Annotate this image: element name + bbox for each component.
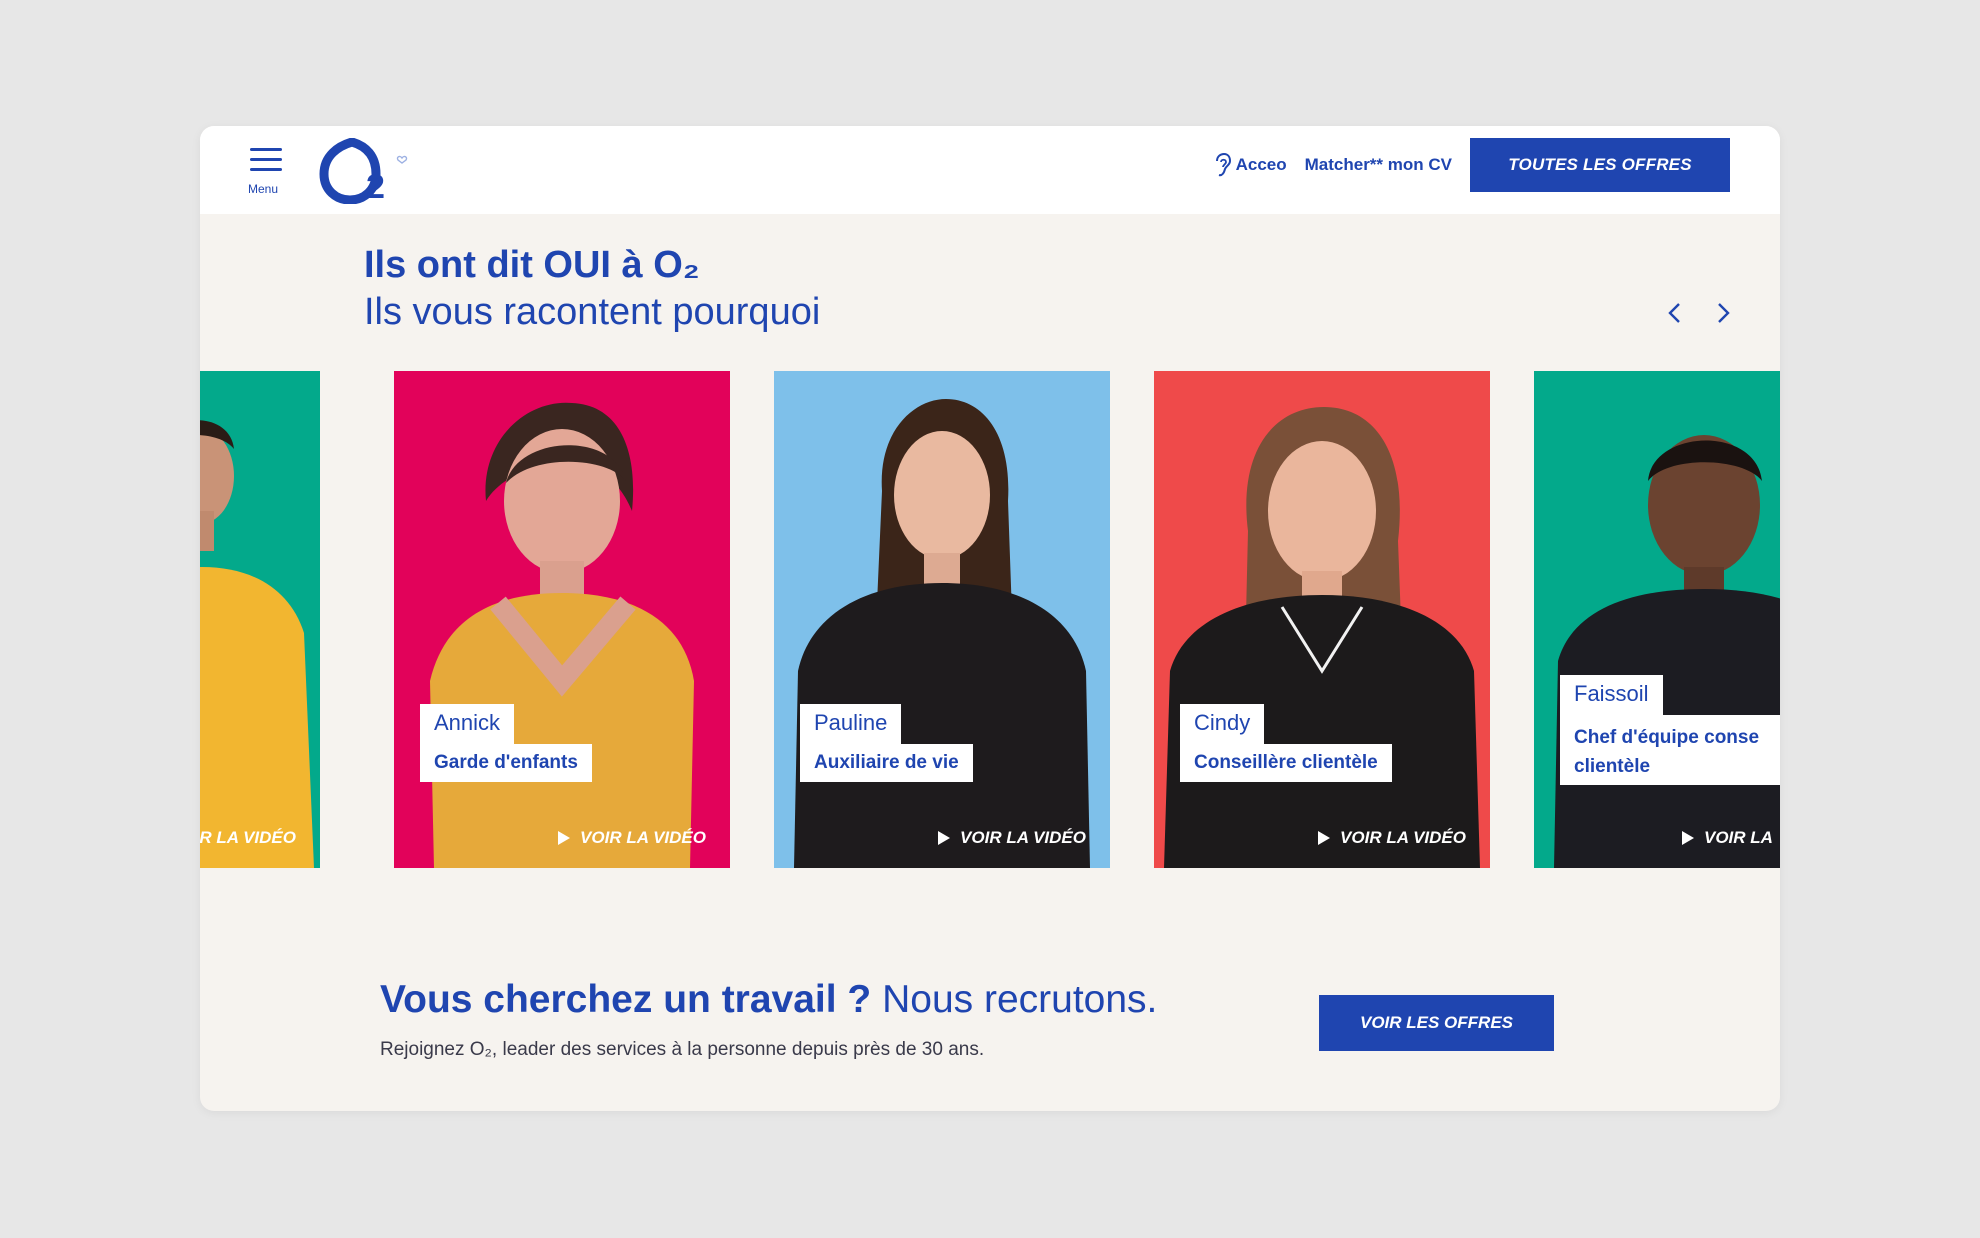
testimonial-card[interactable]: Faissoil Chef d'équipe conse clientèle V… [1534,371,1780,868]
acceo-label: Acceo [1235,155,1287,174]
play-icon [1318,831,1331,845]
matcher-cv-link[interactable]: Matcher** mon CV [1305,155,1452,175]
testimonial-card[interactable]: ager OIR LA VIDÉO [200,371,320,868]
play-icon [938,831,951,845]
card-role-line: clientèle [1574,756,1651,777]
section-title: Ils ont dit OUI à O₂ [364,244,700,286]
person-photo [794,399,1090,868]
hamburger-icon [250,148,282,151]
person-photo [430,402,694,868]
person-photo [200,420,314,868]
section-subtitle: Ils vous racontent pourquoi [364,291,821,333]
video-link-label: VOIR LA VIDÉO [1340,828,1466,847]
header-nav: Acceo Matcher** mon CV TOUTES LES OFFRES [1212,138,1730,192]
site-header: Menu 2 Acceo Matcher** mon CV TOUTES LES… [200,126,1780,214]
card-name: Pauline [800,704,902,744]
card-name: Annick [420,704,515,744]
chevron-right-icon[interactable] [1708,298,1738,328]
play-video-link[interactable]: VOIR LA VIDÉO [1318,828,1466,848]
recruiting-headline-bold: Vous cherchez un travail ? [380,978,872,1021]
video-link-label: VOIR LA VIDÉO [580,828,706,847]
testimonial-card[interactable]: Pauline Auxiliaire de vie VOIR LA VIDÉO [774,371,1110,868]
play-video-link[interactable]: VOIR LA [1682,828,1773,848]
page-frame: Menu 2 Acceo Matcher** mon CV TOUTES LES… [200,126,1780,1111]
card-role: Conseillère clientèle [1180,744,1392,782]
see-offers-button[interactable]: VOIR LES OFFRES [1319,995,1554,1051]
card-role: Chef d'équipe conse clientèle [1560,715,1780,785]
card-role-line: Chef d'équipe conse [1574,727,1760,748]
person-photo [1164,407,1480,868]
svg-text:2: 2 [366,168,385,204]
play-video-link[interactable]: VOIR LA VIDÉO [938,828,1086,848]
person-photo [1554,435,1780,868]
card-name: Cindy [1180,704,1265,744]
card-name: Faissoil [1560,675,1663,715]
card-role: Garde d'enfants [420,744,592,782]
acceo-link[interactable]: Acceo [1212,152,1287,178]
testimonial-carousel: ager OIR LA VIDÉO Annick Garde d'enfants… [200,371,1780,868]
chevron-left-icon[interactable] [1660,298,1690,328]
menu-label: Menu [248,182,279,196]
play-icon [1682,831,1694,845]
testimonial-card[interactable]: Annick Garde d'enfants VOIR LA VIDÉO [394,371,730,868]
recruiting-subtitle: Rejoignez O₂, leader des services à la p… [380,1039,985,1060]
menu-button[interactable]: Menu [248,148,288,198]
play-video-link[interactable]: OIR LA VIDÉO [200,828,296,848]
ear-icon [1215,152,1231,177]
video-link-label: VOIR LA [1704,828,1773,847]
play-icon [558,831,571,845]
video-link-label: VOIR LA VIDÉO [960,828,1086,847]
all-offers-button[interactable]: TOUTES LES OFFRES [1470,138,1730,192]
play-video-link[interactable]: VOIR LA VIDÉO [558,828,706,848]
recruiting-headline-light: Nous recrutons. [871,978,1158,1021]
recruiting-headline: Vous cherchez un travail ? Nous recruton… [380,978,1157,1022]
video-link-label: OIR LA VIDÉO [200,828,296,847]
testimonial-card[interactable]: Cindy Conseillère clientèle VOIR LA VIDÉ… [1154,371,1490,868]
card-role: Auxiliaire de vie [800,744,973,782]
o2-logo[interactable]: 2 [316,138,416,204]
